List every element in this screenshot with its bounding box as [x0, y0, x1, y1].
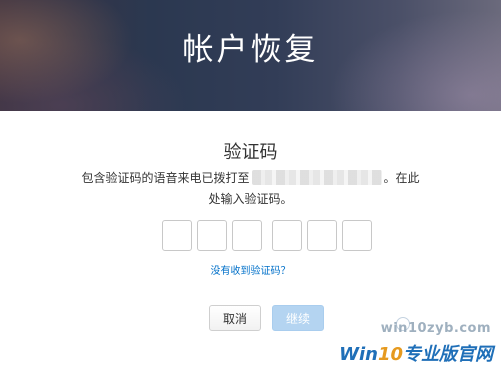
code-digit-input-4[interactable]: [272, 220, 302, 251]
instruction-suffix: 。在此: [383, 171, 420, 185]
page-title: 帐户恢复: [182, 32, 319, 68]
continue-button[interactable]: 继续: [272, 305, 324, 331]
masked-phone-number: [251, 170, 382, 185]
instruction-text-line1: 包含验证码的语音来电已拨打至 。在此: [0, 169, 501, 186]
code-digit-input-6[interactable]: [342, 220, 372, 251]
code-digit-input-5[interactable]: [307, 220, 337, 251]
code-digit-input-1[interactable]: [162, 220, 192, 251]
cancel-button[interactable]: 取消: [209, 305, 261, 331]
instruction-prefix: 包含验证码的语音来电已拨打至: [81, 171, 250, 185]
verification-code-heading: 验证码: [223, 142, 278, 163]
watermark-brand-suffix: 专业版官网: [403, 344, 493, 365]
code-digit-input-2[interactable]: [197, 220, 227, 251]
instruction-text-line2: 处输入验证码。: [208, 192, 293, 206]
header-banner: 帐户恢复: [0, 0, 501, 111]
watermark-brand-prefix: Win: [339, 344, 378, 365]
watermark-brand-number: 10: [377, 344, 403, 365]
watermark-brand: Win10专业版官网: [339, 340, 493, 366]
code-digit-input-3[interactable]: [232, 220, 262, 251]
watermark-site: win10zyb.com: [380, 321, 491, 336]
resend-code-link[interactable]: 没有收到验证码？: [0, 262, 501, 277]
account-recovery-page: 帐户恢复 验证码 包含验证码的语音来电已拨打至 。在此 处输入验证码。 没有收到验…: [0, 0, 501, 368]
